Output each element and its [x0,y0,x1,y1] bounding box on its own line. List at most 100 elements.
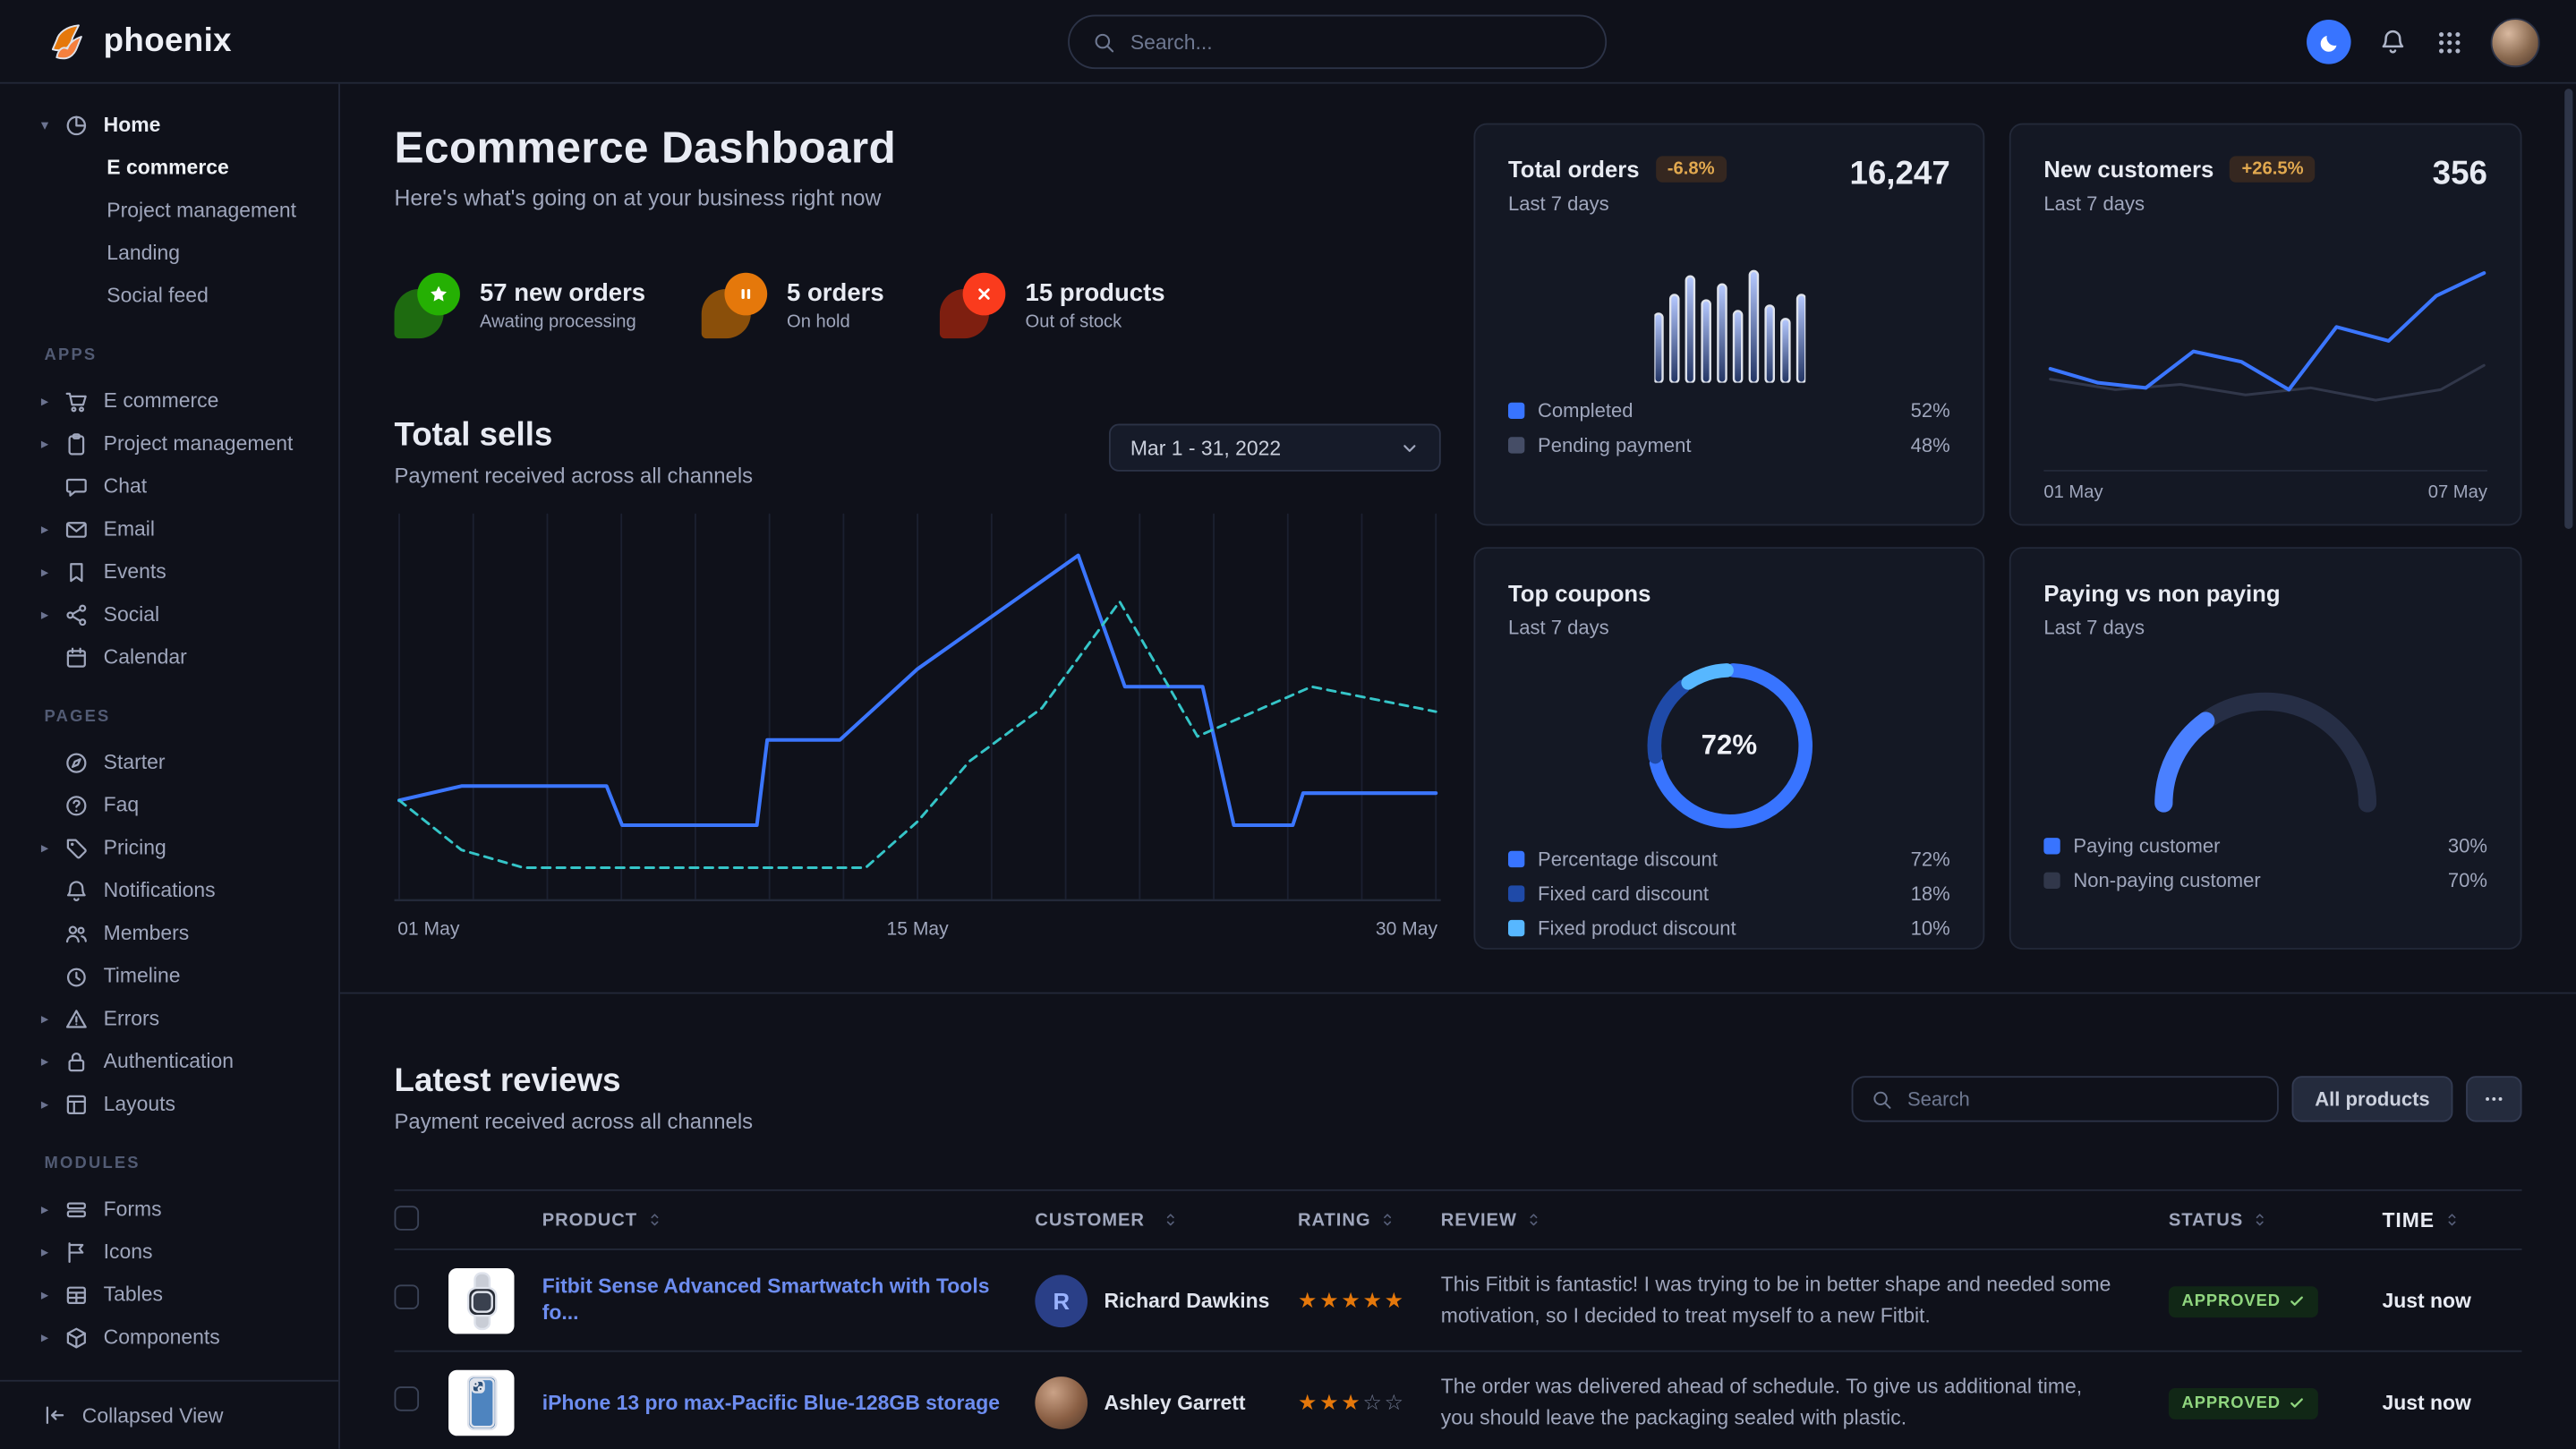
hero-section: Ecommerce Dashboard Here's what's going … [395,84,1441,940]
column-header-time[interactable]: TIME [2382,1208,2521,1232]
legend-label: Percentage discount [1538,848,1718,871]
sort-icon [2251,1211,2269,1229]
caret-right-icon [41,1053,64,1070]
reviews-subtitle: Payment received across all channels [395,1109,754,1134]
legend-value: 30% [2448,834,2487,857]
stat-caption: Out of stock [1026,312,1165,332]
bookmark-icon [64,559,90,584]
sidebar-item-email[interactable]: Email [0,507,338,550]
sidebar-item-starter[interactable]: Starter [0,741,338,784]
sidebar-group-label: APPS [0,346,338,372]
sidebar-subitem-project-management[interactable]: Project management [0,189,338,232]
sidebar-item-tables[interactable]: Tables [0,1274,338,1317]
product-link[interactable]: iPhone 13 pro max-Pacific Blue-128GB sto… [542,1389,1000,1417]
column-header-status[interactable]: STATUS [2169,1210,2383,1230]
reviews-search[interactable] [1852,1076,2279,1121]
review-text: This Fitbit is fantastic! I was trying t… [1441,1274,2111,1326]
product-link[interactable]: Fitbit Sense Advanced Smartwatch with To… [542,1273,1002,1328]
card-period: Last 7 days [2043,616,2487,639]
sidebar-item-timeline[interactable]: Timeline [0,954,338,997]
notifications-button[interactable] [2376,25,2409,58]
brand-name: phoenix [104,23,232,61]
sidebar-item-members[interactable]: Members [0,912,338,955]
envelope-icon [64,516,90,541]
sidebar-item-layouts[interactable]: Layouts [0,1083,338,1126]
caret-right-icon [41,605,64,623]
layout-icon [64,1092,90,1117]
theme-toggle-button[interactable] [2307,20,2351,64]
pie-chart-icon [64,113,90,138]
caret-right-icon [41,392,64,410]
table-row: Fitbit Sense Advanced Smartwatch with To… [395,1250,2522,1352]
customer-name: Richard Dawkins [1104,1289,1269,1312]
select-all-checkbox[interactable] [395,1205,420,1230]
column-header-product[interactable]: PRODUCT [448,1210,1035,1230]
all-products-button[interactable]: All products [2291,1076,2452,1121]
legend-swatch [1508,920,1524,936]
search-icon [1093,30,1116,54]
card-paying-vs-non-paying: Paying vs non paying Last 7 days Paying … [2009,547,2522,950]
customers-line-chart [2043,255,2487,457]
legend-item: Fixed product discount 10% [1508,916,1950,940]
stat-out-of-stock: 15 products Out of stock [940,273,1165,338]
apps-grid-button[interactable] [2433,25,2466,58]
x-axis-labels: 01 May 15 May 30 May [395,920,1441,940]
sidebar-item-faq[interactable]: Faq [0,784,338,827]
sidebar-item-icons[interactable]: Icons [0,1231,338,1274]
legend-label: Completed [1538,399,1633,422]
date-range-select[interactable]: Mar 1 - 31, 2022 [1109,424,1441,472]
sidebar-item-pricing[interactable]: Pricing [0,826,338,869]
calendar-icon [64,644,90,669]
collapse-label: Collapsed View [82,1403,224,1427]
row-checkbox[interactable] [395,1385,420,1411]
table-row: iPhone 13 pro max-Pacific Blue-128GB sto… [395,1352,2522,1449]
legend-label: Fixed product discount [1538,916,1736,940]
search-input[interactable] [1130,30,1582,54]
sidebar-item-calendar[interactable]: Calendar [0,635,338,678]
product-image-smartwatch [448,1267,514,1333]
legend-swatch [1508,403,1524,419]
collapse-sidebar-button[interactable]: Collapsed View [0,1380,338,1449]
sidebar-item-chat[interactable]: Chat [0,465,338,507]
sidebar-item-errors[interactable]: Errors [0,997,338,1040]
sidebar-item-components[interactable]: Components [0,1316,338,1359]
collapse-icon [43,1403,68,1428]
legend-label: Fixed card discount [1538,882,1709,906]
review-time: Just now [2382,1391,2521,1414]
sidebar-item-home[interactable]: Home [0,104,338,147]
card-total-orders: Total orders -6.8% Last 7 days 16,247 [1473,124,1984,526]
user-avatar[interactable] [2491,17,2540,66]
change-badge: +26.5% [2231,156,2316,182]
column-header-review[interactable]: REVIEW [1441,1210,2169,1230]
sidebar-item-ecommerce-app[interactable]: E commerce [0,379,338,422]
global-search[interactable] [1068,15,1607,70]
sidebar-item-label: Authentication [104,1050,234,1073]
reviews-search-input[interactable] [1907,1087,2259,1111]
legend-value: 72% [1911,848,1950,871]
review-time: Just now [2382,1289,2521,1312]
column-header-customer[interactable]: CUSTOMER [1035,1210,1298,1230]
sidebar-item-social[interactable]: Social [0,593,338,636]
more-options-button[interactable] [2466,1076,2521,1121]
card-title: New customers [2043,156,2213,182]
scrollbar-thumb[interactable] [2564,89,2572,529]
row-checkbox[interactable] [395,1283,420,1308]
brand[interactable]: phoenix [46,0,232,84]
question-circle-icon [64,793,90,818]
sidebar-subitem-landing[interactable]: Landing [0,232,338,275]
sidebar-item-authentication[interactable]: Authentication [0,1040,338,1083]
sidebar-item-project-management-app[interactable]: Project management [0,422,338,465]
legend-label: Paying customer [2073,834,2220,857]
sidebar-item-events[interactable]: Events [0,550,338,593]
sort-icon [1379,1211,1397,1229]
page-subtitle: Here's what's going on at your business … [395,185,1441,210]
sidebar-item-forms[interactable]: Forms [0,1188,338,1231]
clipboard-icon [64,431,90,456]
page-title: Ecommerce Dashboard [395,124,1441,175]
sidebar-subitem-social-feed[interactable]: Social feed [0,275,338,318]
sidebar-subitem-ecommerce[interactable]: E commerce [0,146,338,189]
column-header-rating[interactable]: RATING [1298,1210,1441,1230]
sidebar-item-notifications[interactable]: Notifications [0,869,338,912]
caret-down-icon [41,115,64,133]
check-icon [2289,1394,2305,1411]
